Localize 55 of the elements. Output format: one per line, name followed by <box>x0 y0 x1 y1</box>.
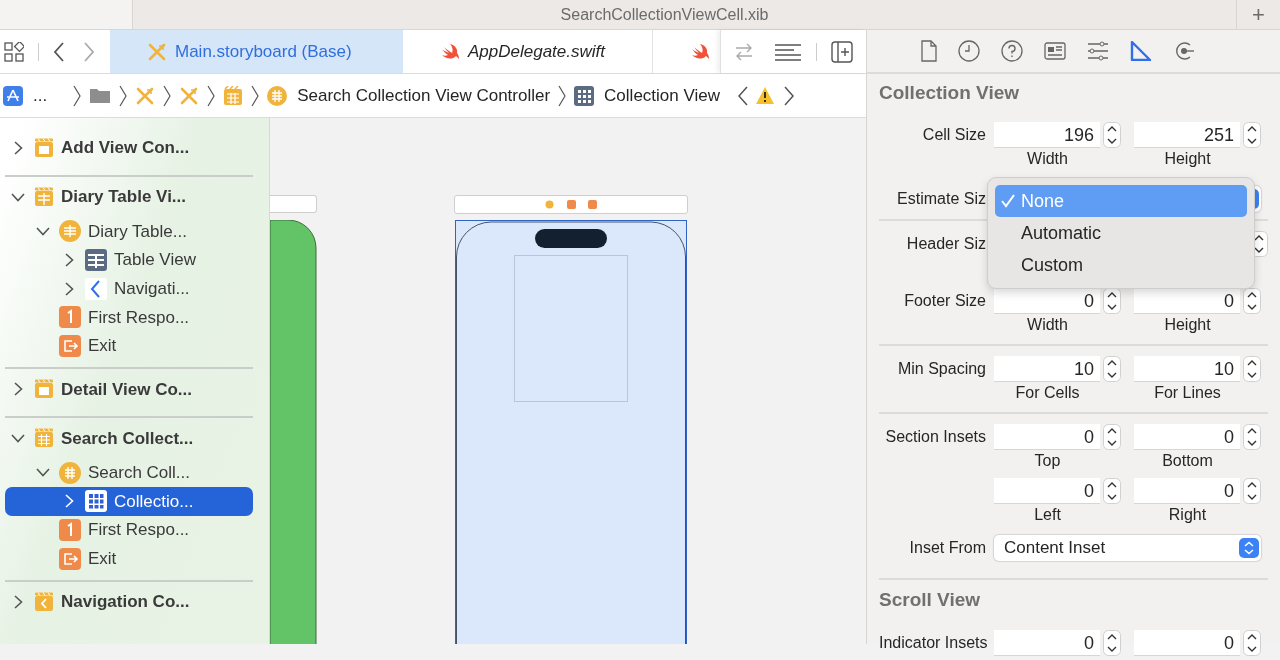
outline-row[interactable]: Diary Table Vi... <box>5 177 253 217</box>
field-caption: Left <box>1034 505 1062 525</box>
field-caption: For Cells <box>1015 383 1081 403</box>
number-field[interactable]: 0 <box>1134 424 1240 450</box>
breadcrumb-item[interactable]: Collection View <box>604 82 720 109</box>
field-caption: Height <box>1164 149 1212 169</box>
field-label: Footer Size <box>904 292 986 309</box>
menu-item[interactable]: Custom <box>995 249 1247 281</box>
field-caption: Height <box>1164 315 1212 335</box>
number-field[interactable]: 0 <box>1134 630 1240 656</box>
field-label: Indicator Insets <box>879 634 988 651</box>
number-field[interactable]: 196 <box>994 122 1100 148</box>
number-field[interactable]: 0 <box>1134 478 1240 504</box>
number-field[interactable]: 251 <box>1134 122 1240 148</box>
section-title: Collection View <box>879 80 1021 105</box>
breadcrumb-item[interactable]: Search Collection View Controller <box>297 82 551 109</box>
number-field[interactable]: 0 <box>994 478 1100 504</box>
outline-row[interactable]: First Respo... <box>5 515 253 545</box>
outline-row[interactable]: Search Collect... <box>5 418 253 459</box>
number-field[interactable]: 10 <box>994 356 1100 382</box>
field-label: Header Siz <box>906 235 986 252</box>
outline-row[interactable]: Diary Table... <box>5 217 253 246</box>
menu-item[interactable]: Automatic <box>995 217 1247 249</box>
popup-button[interactable]: Content Inset <box>994 535 1261 561</box>
field-caption: Top <box>1034 451 1062 471</box>
number-field[interactable]: 0 <box>994 424 1100 450</box>
outline-row[interactable]: Detail View Co... <box>5 369 253 410</box>
number-field[interactable]: 0 <box>994 288 1100 314</box>
outline-row[interactable]: Search Coll... <box>5 458 253 488</box>
field-label: Section Insets <box>885 428 986 445</box>
field-label: Cell Size <box>922 126 986 143</box>
outline-row[interactable]: Add View Con... <box>5 128 253 168</box>
outline-row[interactable]: Exit <box>5 331 253 361</box>
field-caption: For Lines <box>1154 383 1222 403</box>
outline-row[interactable]: Exit <box>5 544 253 574</box>
number-field[interactable]: 0 <box>1134 288 1240 314</box>
outline-row[interactable]: First Respo... <box>5 303 253 332</box>
field-label: Min Spacing <box>897 360 986 377</box>
field-caption: Width <box>1027 149 1069 169</box>
number-field[interactable]: 0 <box>994 630 1100 656</box>
outline-row[interactable]: Table View <box>5 245 253 275</box>
breadcrumb-item[interactable]: ... <box>33 82 48 109</box>
window-title: SearchCollectionViewCell.xib <box>560 4 770 25</box>
outline-row[interactable]: Collectio... <box>5 487 253 516</box>
section-title: Scroll View <box>879 587 982 612</box>
number-field[interactable]: 10 <box>1134 356 1240 382</box>
field-label: Inset From <box>909 539 986 556</box>
field-label: Estimate Siz <box>897 190 986 207</box>
outline-row[interactable]: Navigation Co... <box>5 582 253 623</box>
add-button[interactable]: + <box>1236 0 1280 29</box>
outline-row[interactable]: Navigati... <box>5 274 253 304</box>
field-caption: Right <box>1168 505 1208 525</box>
field-caption: Width <box>1027 315 1069 335</box>
editor-tab[interactable]: Main.storyboard (Base) <box>110 30 403 73</box>
field-caption: Bottom <box>1162 451 1214 471</box>
